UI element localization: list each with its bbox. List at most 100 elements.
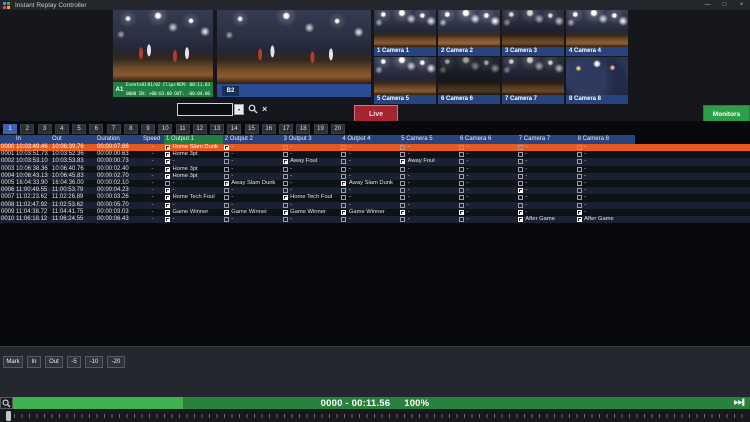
search-icon[interactable] (248, 104, 258, 114)
channel-4-checkbox[interactable] (341, 145, 346, 150)
mark-button-in[interactable]: In (27, 356, 41, 368)
channel-7-checkbox[interactable] (518, 203, 523, 208)
tab-2[interactable]: 2 (20, 124, 34, 134)
channel-7-checkbox[interactable] (518, 167, 523, 172)
channel-6-checkbox[interactable] (459, 145, 464, 150)
channel-4-checkbox[interactable] (341, 159, 346, 164)
channel-2-checkbox[interactable] (224, 188, 229, 193)
channel-2-checkbox[interactable] (224, 195, 229, 200)
channel-5-checkbox[interactable] (400, 181, 405, 186)
channel-3-checkbox[interactable] (283, 167, 288, 172)
channel-6-checkbox[interactable] (459, 203, 464, 208)
preview-monitor-b[interactable]: B2 (217, 10, 371, 97)
mark-button-20[interactable]: -20 (107, 356, 125, 368)
channel-4-checkbox[interactable] (341, 195, 346, 200)
channel-4-checkbox[interactable] (341, 203, 346, 208)
table-row[interactable]: 000516:04:33.9016:04:36.0000:00:02.10--A… (0, 180, 750, 187)
minimize-button[interactable]: — (699, 2, 716, 8)
playback-progress-bar[interactable]: 0000 - 00:11.56 100% ▶▶▌ (0, 397, 750, 409)
channel-7-checkbox[interactable] (518, 210, 523, 215)
mark-button-out[interactable]: Out (45, 356, 63, 368)
channel-8-checkbox[interactable] (577, 145, 582, 150)
channel-3-checkbox[interactable] (283, 203, 288, 208)
channel-7-checkbox[interactable] (518, 159, 523, 164)
timeline-thumb[interactable] (6, 411, 11, 421)
tab-5[interactable]: 5 (72, 124, 86, 134)
channel-3-checkbox[interactable] (283, 217, 288, 222)
channel-8-checkbox[interactable] (577, 195, 582, 200)
channel-2-checkbox[interactable] (224, 210, 229, 215)
table-row[interactable]: 000711:02:23.6211:02:26.8900:00:03.26-Ho… (0, 194, 750, 201)
channel-7-checkbox[interactable] (518, 195, 523, 200)
channel-8-checkbox[interactable] (577, 159, 582, 164)
channel-3-checkbox[interactable] (283, 188, 288, 193)
channel-1-checkbox[interactable] (165, 167, 170, 172)
channel-1-checkbox[interactable] (165, 145, 170, 150)
channel-4-checkbox[interactable] (341, 174, 346, 179)
channel-8-checkbox[interactable] (577, 217, 582, 222)
channel-7-checkbox[interactable] (518, 145, 523, 150)
tab-14[interactable]: 14 (227, 124, 241, 134)
timeline-ruler[interactable] (0, 409, 750, 422)
tab-1[interactable]: 1 (3, 124, 17, 134)
channel-6-checkbox[interactable] (459, 210, 464, 215)
channel-7-checkbox[interactable] (518, 217, 523, 222)
channel-5-checkbox[interactable] (400, 159, 405, 164)
channel-6-checkbox[interactable] (459, 195, 464, 200)
maximize-button[interactable]: □ (716, 2, 733, 8)
close-button[interactable]: × (733, 2, 750, 8)
channel-4-checkbox[interactable] (341, 188, 346, 193)
channel-2-checkbox[interactable] (224, 167, 229, 172)
channel-6-checkbox[interactable] (459, 152, 464, 157)
channel-4-checkbox[interactable] (341, 181, 346, 186)
tab-4[interactable]: 4 (55, 124, 69, 134)
channel-7-checkbox[interactable] (518, 152, 523, 157)
channel-5-checkbox[interactable] (400, 195, 405, 200)
channel-4-checkbox[interactable] (341, 210, 346, 215)
channel-8-checkbox[interactable] (577, 203, 582, 208)
tab-17[interactable]: 17 (279, 124, 293, 134)
channel-1-checkbox[interactable] (165, 174, 170, 179)
channel-1-checkbox[interactable] (165, 195, 170, 200)
channel-5-checkbox[interactable] (400, 188, 405, 193)
search-clear-icon[interactable]: × (262, 105, 267, 114)
tab-18[interactable]: 18 (296, 124, 310, 134)
tab-13[interactable]: 13 (210, 124, 224, 134)
channel-2-checkbox[interactable] (224, 152, 229, 157)
channel-6-checkbox[interactable] (459, 181, 464, 186)
mark-button-5[interactable]: -5 (67, 356, 81, 368)
channel-8-checkbox[interactable] (577, 167, 582, 172)
mark-button-10[interactable]: -10 (85, 356, 103, 368)
tab-11[interactable]: 11 (176, 124, 190, 134)
channel-1-checkbox[interactable] (165, 203, 170, 208)
channel-3-checkbox[interactable] (283, 195, 288, 200)
table-row[interactable]: 000010:03:49.4610:06:39.7600:00:07.66-Ho… (0, 144, 750, 151)
channel-2-checkbox[interactable] (224, 203, 229, 208)
channel-8-checkbox[interactable] (577, 152, 582, 157)
table-row[interactable]: 000911:04:38.7211:04:41.7500:00:03.03-Ga… (0, 209, 750, 216)
channel-6-checkbox[interactable] (459, 159, 464, 164)
channel-2-checkbox[interactable] (224, 174, 229, 179)
channel-8-checkbox[interactable] (577, 181, 582, 186)
channel-4-checkbox[interactable] (341, 152, 346, 157)
tab-20[interactable]: 20 (331, 124, 345, 134)
channel-1-checkbox[interactable] (165, 181, 170, 186)
channel-8-checkbox[interactable] (577, 174, 582, 179)
table-row[interactable]: 000410:06:43.1310:06:45.8300:00:02.70-Ho… (0, 173, 750, 180)
channel-3-checkbox[interactable] (283, 145, 288, 150)
tab-7[interactable]: 7 (107, 124, 121, 134)
channel-6-checkbox[interactable] (459, 188, 464, 193)
channel-3-checkbox[interactable] (283, 152, 288, 157)
channel-1-checkbox[interactable] (165, 217, 170, 222)
tab-9[interactable]: 9 (141, 124, 155, 134)
channel-6-checkbox[interactable] (459, 174, 464, 179)
search-dropdown-button[interactable]: ▾ (234, 104, 244, 115)
channel-4-checkbox[interactable] (341, 167, 346, 172)
tab-15[interactable]: 15 (245, 124, 259, 134)
channel-2-checkbox[interactable] (224, 145, 229, 150)
channel-6-checkbox[interactable] (459, 217, 464, 222)
table-row[interactable]: 000811:02:47.9211:02:53.6200:00:05.70---… (0, 202, 750, 209)
tab-3[interactable]: 3 (38, 124, 52, 134)
channel-5-checkbox[interactable] (400, 167, 405, 172)
tab-10[interactable]: 10 (158, 124, 172, 134)
